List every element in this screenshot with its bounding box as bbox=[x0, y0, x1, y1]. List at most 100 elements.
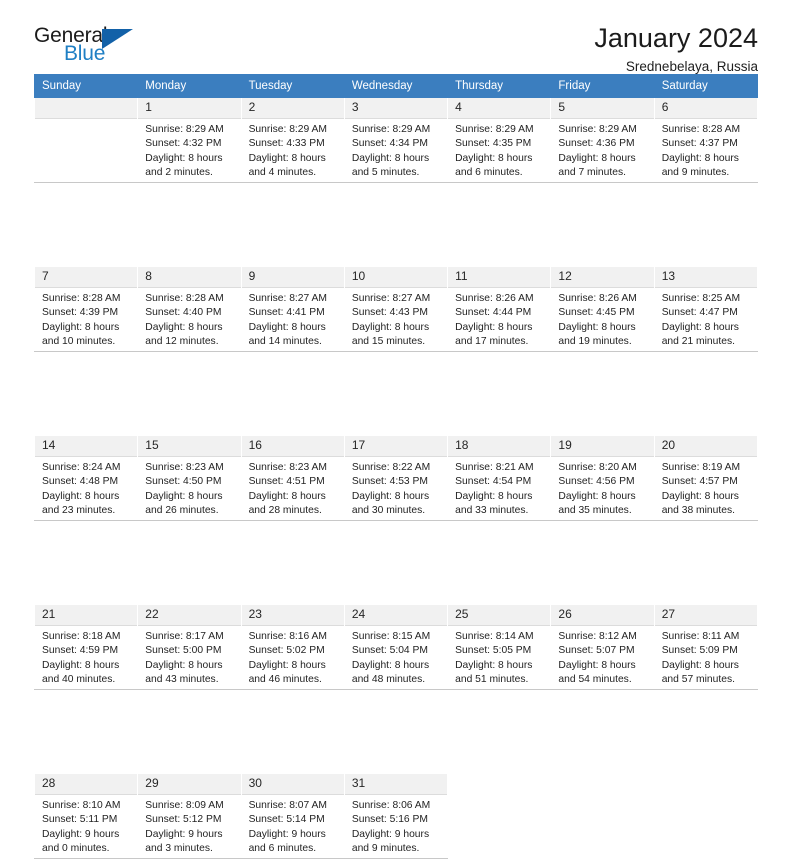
calendar-day-cell[interactable]: 4 Sunrise: 8:29 AM Sunset: 4:35 PM Daylight… bbox=[447, 97, 552, 183]
calendar-day-cell[interactable]: 28 Sunrise: 8:10 AM Sunset: 5:11 PM Dayligh… bbox=[33, 774, 139, 859]
day-number: 20 bbox=[654, 436, 757, 457]
day-number: 8 bbox=[138, 267, 241, 288]
calendar-day-cell[interactable]: 30 Sunrise: 8:07 AM Sunset: 5:14 PM Dayligh… bbox=[240, 774, 345, 859]
daylight-text-line1: Daylight: 8 hours bbox=[661, 490, 739, 502]
day-details: Sunrise: 8:24 AM Sunset: 4:48 PM Daylight:… bbox=[35, 457, 137, 519]
calendar-day-cell[interactable]: 8 Sunrise: 8:28 AM Sunset: 4:40 PM Daylight… bbox=[137, 267, 242, 352]
daylight-text-line1: Daylight: 9 hours bbox=[145, 828, 223, 840]
day-details: Sunrise: 8:21 AM Sunset: 4:54 PM Daylight:… bbox=[448, 457, 550, 519]
day-number: 5 bbox=[551, 98, 654, 119]
calendar-day-cell[interactable]: 26 Sunrise: 8:12 AM Sunset: 5:07 PM Dayligh… bbox=[550, 605, 655, 690]
calendar-day-cell[interactable]: 7 Sunrise: 8:28 AM Sunset: 4:39 PM Daylight… bbox=[33, 267, 139, 352]
calendar-day-cell[interactable]: 18 Sunrise: 8:21 AM Sunset: 4:54 PM Dayligh… bbox=[447, 436, 552, 521]
sunset-text: Sunset: 4:40 PM bbox=[145, 307, 222, 319]
sunset-text: Sunset: 4:33 PM bbox=[248, 138, 325, 150]
daylight-text-line1: Daylight: 8 hours bbox=[558, 490, 636, 502]
sunset-text: Sunset: 4:32 PM bbox=[145, 138, 222, 150]
sunrise-text: Sunrise: 8:14 AM bbox=[455, 631, 534, 642]
calendar-day-cell[interactable]: 17 Sunrise: 8:22 AM Sunset: 4:53 PM Dayligh… bbox=[343, 436, 449, 521]
day-details: Sunrise: 8:26 AM Sunset: 4:44 PM Daylight:… bbox=[448, 288, 550, 350]
daylight-text-line1: Daylight: 8 hours bbox=[42, 659, 120, 671]
daylight-text-line1: Daylight: 8 hours bbox=[455, 321, 533, 333]
daylight-text-line1: Daylight: 9 hours bbox=[351, 828, 430, 840]
calendar-day-cell[interactable]: 25 Sunrise: 8:14 AM Sunset: 5:05 PM Dayligh… bbox=[447, 605, 552, 690]
sunset-text: Sunset: 4:34 PM bbox=[351, 138, 428, 150]
sunrise-text: Sunrise: 8:27 AM bbox=[248, 293, 327, 304]
calendar-day-cell[interactable]: 5 Sunrise: 8:29 AM Sunset: 4:36 PM Daylight… bbox=[550, 97, 655, 183]
calendar-day-cell[interactable]: 1 Sunrise: 8:29 AM Sunset: 4:32 PM Daylight… bbox=[137, 97, 242, 183]
sunset-text: Sunset: 5:09 PM bbox=[661, 645, 738, 657]
calendar-week-row: 28 Sunrise: 8:10 AM Sunset: 5:11 PM Dayligh… bbox=[33, 774, 758, 859]
daylight-text-line2: and 3 minutes. bbox=[145, 843, 213, 855]
calendar-day-cell[interactable]: 10 Sunrise: 8:27 AM Sunset: 4:43 PM Dayligh… bbox=[343, 267, 449, 352]
daylight-text-line1: Daylight: 8 hours bbox=[351, 659, 430, 671]
day-number: 9 bbox=[241, 267, 344, 288]
calendar-day-cell[interactable]: 14 Sunrise: 8:24 AM Sunset: 4:48 PM Dayligh… bbox=[33, 436, 139, 521]
calendar-day-cell[interactable]: 13 Sunrise: 8:25 AM Sunset: 4:47 PM Dayligh… bbox=[653, 267, 759, 352]
weekday-header-wednesday: Wednesday bbox=[343, 74, 449, 98]
calendar-day-cell[interactable]: 11 Sunrise: 8:26 AM Sunset: 4:44 PM Dayligh… bbox=[447, 267, 552, 352]
calendar-day-cell[interactable]: 16 Sunrise: 8:23 AM Sunset: 4:51 PM Dayligh… bbox=[240, 436, 345, 521]
daylight-text-line1: Daylight: 8 hours bbox=[455, 490, 533, 502]
week-separator-cell bbox=[34, 351, 758, 436]
day-details: Sunrise: 8:09 AM Sunset: 5:12 PM Daylight:… bbox=[138, 795, 240, 857]
sunset-text: Sunset: 4:59 PM bbox=[42, 645, 119, 657]
calendar-day-cell[interactable]: 6 Sunrise: 8:28 AM Sunset: 4:37 PM Daylight… bbox=[653, 97, 759, 183]
calendar-day-cell[interactable]: 23 Sunrise: 8:16 AM Sunset: 5:02 PM Dayligh… bbox=[240, 605, 345, 690]
weekday-header-tuesday: Tuesday bbox=[240, 74, 345, 98]
day-details: Sunrise: 8:07 AM Sunset: 5:14 PM Daylight:… bbox=[242, 795, 344, 857]
sunrise-text: Sunrise: 8:18 AM bbox=[42, 631, 121, 642]
sunset-text: Sunset: 4:39 PM bbox=[42, 307, 119, 319]
daylight-text-line2: and 51 minutes. bbox=[455, 674, 529, 686]
day-details: Sunrise: 8:17 AM Sunset: 5:00 PM Daylight:… bbox=[138, 626, 240, 688]
calendar-cell-blank bbox=[33, 97, 139, 183]
calendar-day-cell[interactable]: 3 Sunrise: 8:29 AM Sunset: 4:34 PM Daylight… bbox=[343, 97, 449, 183]
sunset-text: Sunset: 4:50 PM bbox=[145, 476, 222, 488]
calendar-cell-empty bbox=[550, 774, 655, 859]
calendar-day-cell[interactable]: 21 Sunrise: 8:18 AM Sunset: 4:59 PM Dayligh… bbox=[33, 605, 139, 690]
calendar-body: 1 Sunrise: 8:29 AM Sunset: 4:32 PM Daylight… bbox=[33, 97, 759, 859]
day-number: 31 bbox=[344, 774, 448, 795]
calendar-day-cell[interactable]: 19 Sunrise: 8:20 AM Sunset: 4:56 PM Dayligh… bbox=[550, 436, 655, 521]
daylight-text-line1: Daylight: 8 hours bbox=[145, 321, 223, 333]
page-title: January 2024 bbox=[594, 23, 758, 53]
day-number: 4 bbox=[448, 98, 551, 119]
daylight-text-line1: Daylight: 8 hours bbox=[351, 490, 430, 502]
sunset-text: Sunset: 4:48 PM bbox=[42, 476, 119, 488]
day-details: Sunrise: 8:29 AM Sunset: 4:36 PM Daylight:… bbox=[551, 119, 653, 181]
daylight-text-line2: and 28 minutes. bbox=[248, 505, 322, 517]
sunset-text: Sunset: 4:51 PM bbox=[248, 476, 325, 488]
calendar-day-cell[interactable]: 12 Sunrise: 8:26 AM Sunset: 4:45 PM Dayligh… bbox=[550, 267, 655, 352]
day-number: 1 bbox=[138, 98, 241, 119]
calendar-day-cell[interactable]: 24 Sunrise: 8:15 AM Sunset: 5:04 PM Dayligh… bbox=[343, 605, 449, 690]
calendar-day-cell[interactable]: 31 Sunrise: 8:06 AM Sunset: 5:16 PM Dayligh… bbox=[343, 774, 449, 859]
sunset-text: Sunset: 4:53 PM bbox=[351, 476, 428, 488]
daylight-text-line1: Daylight: 8 hours bbox=[558, 152, 636, 164]
calendar-day-cell[interactable]: 22 Sunrise: 8:17 AM Sunset: 5:00 PM Dayligh… bbox=[137, 605, 242, 690]
calendar-day-cell[interactable]: 9 Sunrise: 8:27 AM Sunset: 4:41 PM Daylight… bbox=[240, 267, 345, 352]
sunset-text: Sunset: 5:07 PM bbox=[558, 645, 635, 657]
calendar-day-cell[interactable]: 15 Sunrise: 8:23 AM Sunset: 4:50 PM Dayligh… bbox=[137, 436, 242, 521]
calendar-day-cell[interactable]: 27 Sunrise: 8:11 AM Sunset: 5:09 PM Dayligh… bbox=[653, 605, 759, 690]
general-blue-logo[interactable]: General Blue bbox=[34, 22, 144, 68]
calendar-week-row: 14 Sunrise: 8:24 AM Sunset: 4:48 PM Dayligh… bbox=[33, 436, 759, 521]
calendar-day-cell[interactable]: 2 Sunrise: 8:29 AM Sunset: 4:33 PM Daylight… bbox=[240, 97, 345, 183]
calendar-day-cell[interactable]: 20 Sunrise: 8:19 AM Sunset: 4:57 PM Dayligh… bbox=[653, 436, 759, 521]
daylight-text-line2: and 15 minutes. bbox=[351, 336, 426, 348]
daylight-text-line1: Daylight: 8 hours bbox=[455, 152, 533, 164]
daylight-text-line1: Daylight: 8 hours bbox=[351, 152, 430, 164]
daylight-text-line2: and 5 minutes. bbox=[351, 167, 420, 179]
daylight-text-line1: Daylight: 8 hours bbox=[145, 490, 223, 502]
day-number: 27 bbox=[654, 605, 757, 626]
daylight-text-line2: and 43 minutes. bbox=[145, 674, 219, 686]
week-separator bbox=[34, 520, 758, 605]
sunrise-text: Sunrise: 8:29 AM bbox=[455, 124, 534, 135]
day-number: 23 bbox=[241, 605, 344, 626]
daylight-text-line1: Daylight: 8 hours bbox=[661, 152, 739, 164]
day-number: 17 bbox=[344, 436, 448, 457]
calendar-day-cell[interactable]: 29 Sunrise: 8:09 AM Sunset: 5:12 PM Dayligh… bbox=[137, 774, 242, 859]
month-calendar: Sunday Monday Tuesday Wednesday Thursday… bbox=[33, 74, 759, 859]
calendar-cell-empty bbox=[447, 774, 551, 859]
day-number: 11 bbox=[448, 267, 551, 288]
daylight-text-line2: and 19 minutes. bbox=[558, 336, 632, 348]
